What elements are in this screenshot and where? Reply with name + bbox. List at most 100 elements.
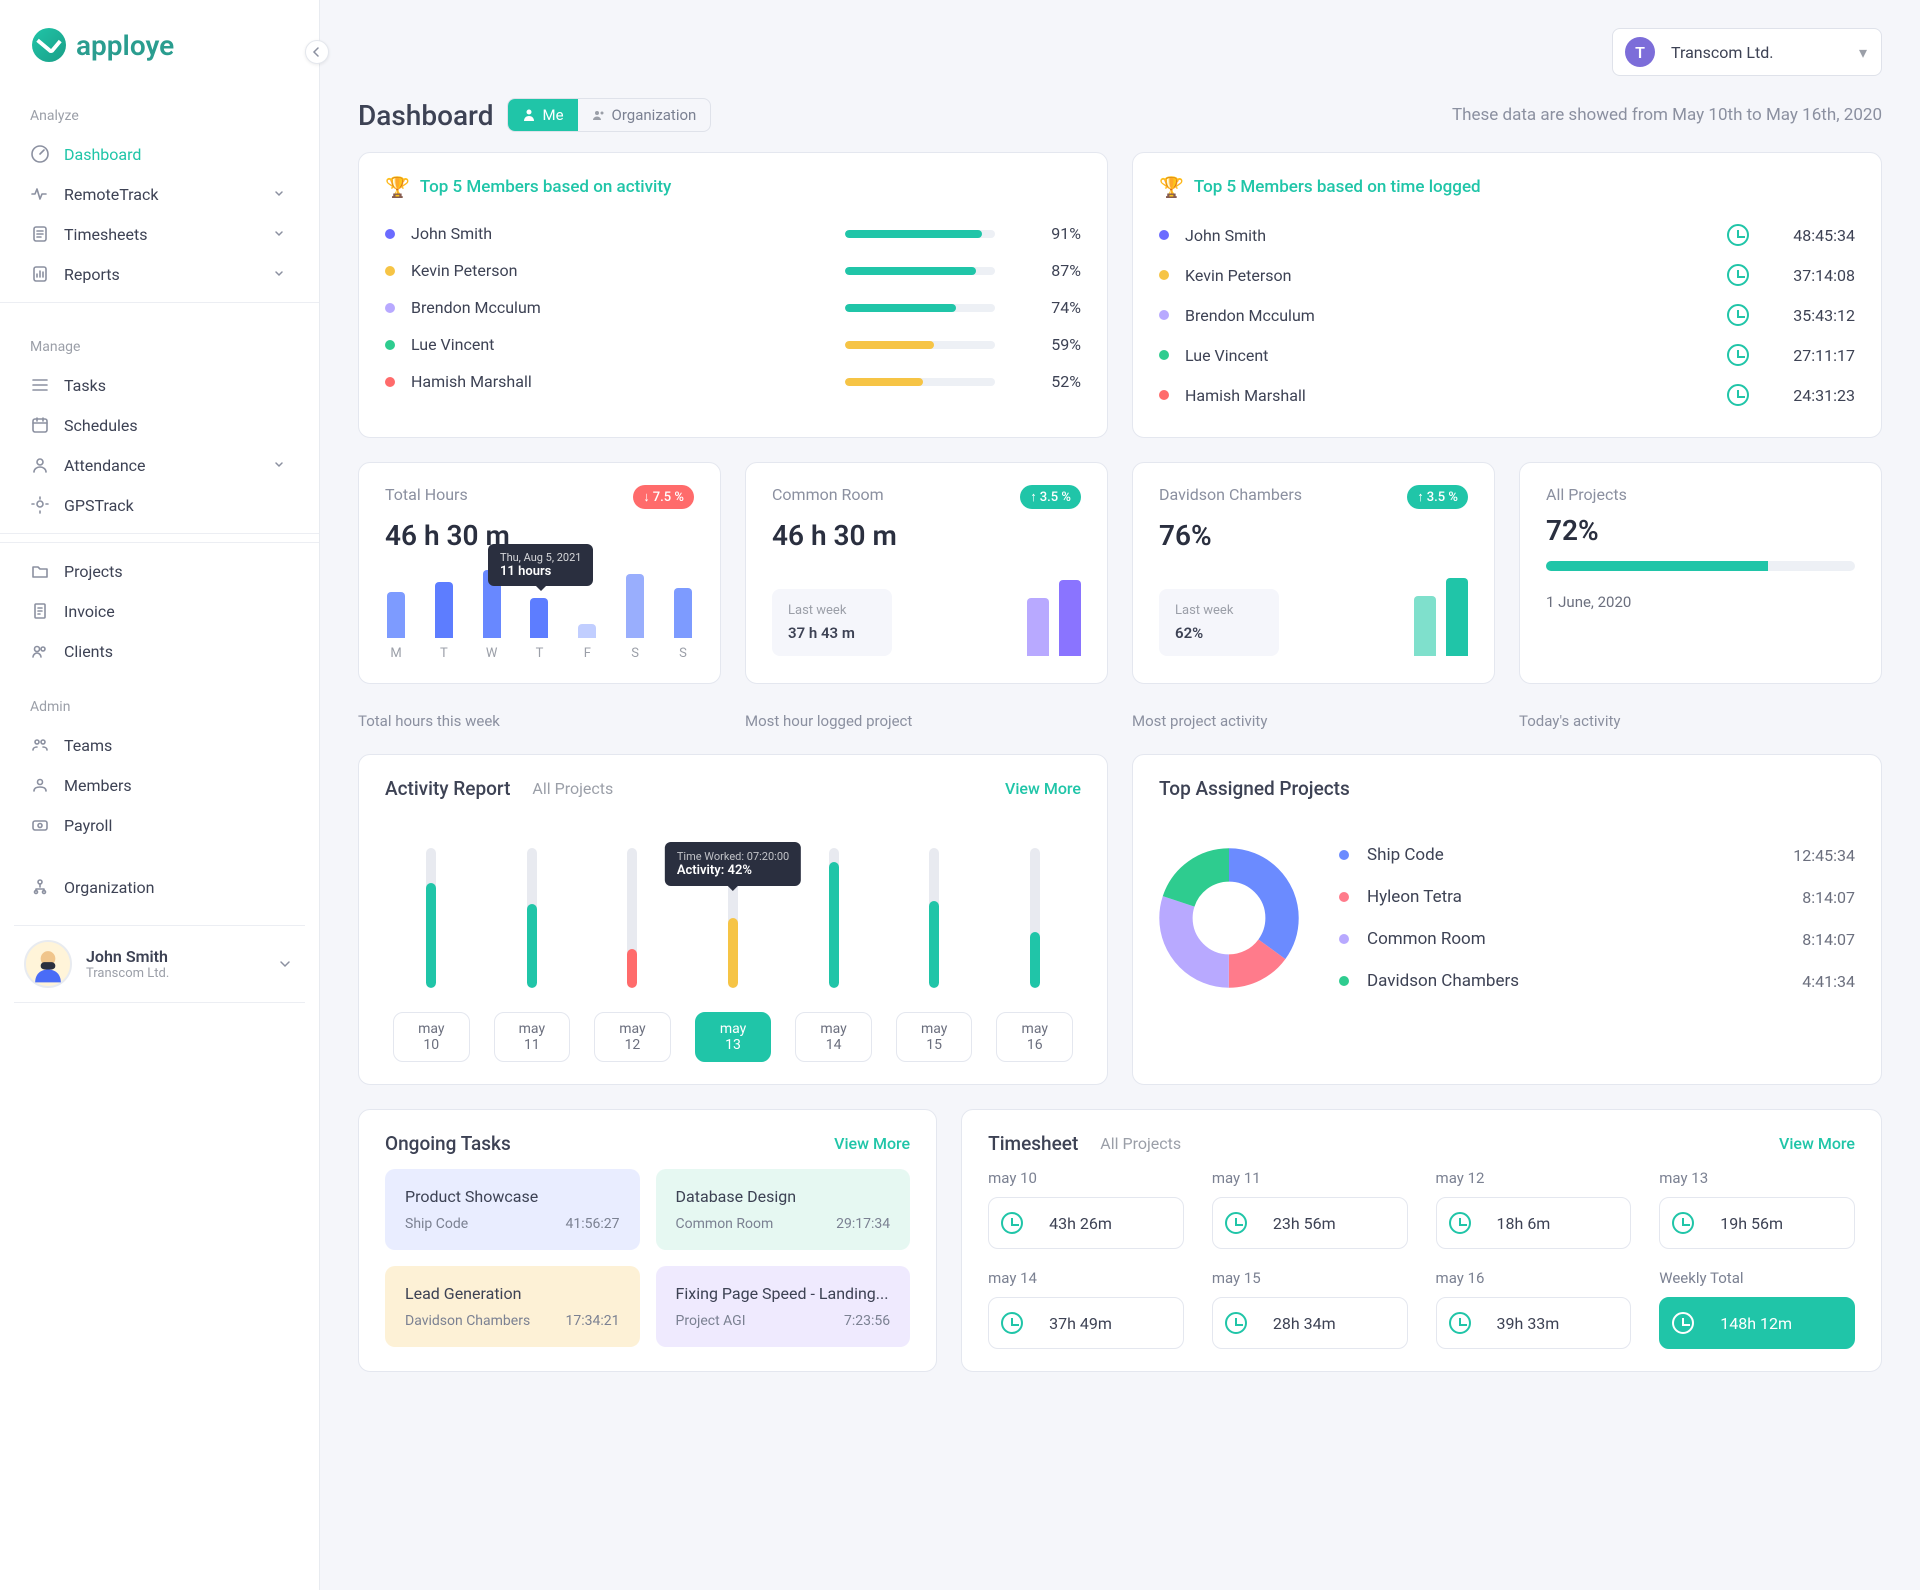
nav-section-label: Analyze xyxy=(0,80,319,134)
member-row: Kevin Peterson 37:14:08 xyxy=(1159,255,1855,295)
badge-up: ↑3.5 % xyxy=(1020,485,1081,509)
seg-me[interactable]: Me xyxy=(508,99,577,131)
nav-reports[interactable]: Reports xyxy=(0,254,319,294)
date-pill[interactable]: may14 xyxy=(795,1012,872,1062)
scope-segment: Me Organization xyxy=(507,98,711,132)
seg-org[interactable]: Organization xyxy=(578,99,711,131)
sidebar-collapse-button[interactable] xyxy=(305,40,329,64)
clock-icon xyxy=(1672,1212,1694,1234)
clock-icon xyxy=(1727,384,1749,406)
nav-teams[interactable]: Teams xyxy=(0,725,319,765)
chevron-down-icon xyxy=(269,455,289,475)
date-pill[interactable]: may10 xyxy=(393,1012,470,1062)
member-name: Hamish Marshall xyxy=(411,372,815,391)
color-dot-icon xyxy=(385,266,395,276)
nav-remotetrack[interactable]: RemoteTrack xyxy=(0,174,319,214)
date-pill[interactable]: may11 xyxy=(494,1012,571,1062)
brand-logo[interactable]: apploye xyxy=(32,28,174,62)
activity-pct: 59% xyxy=(1025,335,1081,354)
gps-icon xyxy=(30,495,50,515)
pulse-icon xyxy=(30,184,50,204)
nav-timesheets[interactable]: Timesheets xyxy=(0,214,319,254)
tooltip: Time Worked: 07:20:00Activity: 42% xyxy=(665,842,801,886)
ts-pill[interactable]: 39h 33m xyxy=(1436,1297,1632,1349)
user-name: John Smith xyxy=(86,947,261,966)
org-badge-icon: T xyxy=(1625,37,1655,67)
nav-attendance[interactable]: Attendance xyxy=(0,445,319,485)
activity-pct: 52% xyxy=(1025,372,1081,391)
ts-label: may 14 xyxy=(988,1269,1184,1287)
ts-pill[interactable]: 23h 56m xyxy=(1212,1197,1408,1249)
legend-value: 12:45:34 xyxy=(1793,846,1855,865)
date-pill[interactable]: may15 xyxy=(896,1012,973,1062)
nav-label: Timesheets xyxy=(64,225,147,244)
legend-name: Hyleon Tetra xyxy=(1367,887,1802,907)
activity-bar xyxy=(845,267,995,275)
task-time: 41:56:27 xyxy=(566,1216,620,1232)
folder-icon xyxy=(30,561,50,581)
color-dot-icon xyxy=(385,303,395,313)
badge-down: ↓7.5 % xyxy=(633,485,694,509)
nav-gpstrack[interactable]: GPSTrack xyxy=(0,485,319,525)
color-dot-icon xyxy=(1339,892,1349,902)
ts-value: 23h 56m xyxy=(1273,1214,1336,1233)
date-pill[interactable]: may16 xyxy=(996,1012,1073,1062)
nav-clients[interactable]: Clients xyxy=(0,631,319,671)
task-project: Ship Code xyxy=(405,1216,468,1232)
ts-label: Weekly Total xyxy=(1659,1269,1855,1287)
task-project: Common Room xyxy=(676,1216,774,1232)
ts-pill[interactable]: 148h 12m xyxy=(1659,1297,1855,1349)
lines-icon xyxy=(30,375,50,395)
nav-dashboard[interactable]: Dashboard xyxy=(0,134,319,174)
task-tile[interactable]: Fixing Page Speed - Landing...Project AG… xyxy=(656,1266,911,1347)
ts-label: may 11 xyxy=(1212,1169,1408,1187)
chevron-down-icon xyxy=(269,224,289,244)
ts-pill[interactable]: 28h 34m xyxy=(1212,1297,1408,1349)
nav-organization[interactable]: Organization xyxy=(0,867,319,907)
nav-label: Invoice xyxy=(64,602,115,621)
view-more-link[interactable]: View More xyxy=(1005,779,1081,798)
mini-bar xyxy=(435,582,453,638)
color-dot-icon xyxy=(1159,230,1169,240)
day-label: T xyxy=(435,646,453,661)
org-select[interactable]: T Transcom Ltd. xyxy=(1612,28,1882,76)
org-icon xyxy=(592,108,606,122)
task-tile[interactable]: Database DesignCommon Room29:17:34 xyxy=(656,1169,911,1250)
ts-pill[interactable]: 18h 6m xyxy=(1436,1197,1632,1249)
ts-pill[interactable]: 19h 56m xyxy=(1659,1197,1855,1249)
nav-payroll[interactable]: Payroll xyxy=(0,805,319,845)
ts-label: may 13 xyxy=(1659,1169,1855,1187)
nav-invoice[interactable]: Invoice xyxy=(0,591,319,631)
task-tile[interactable]: Lead GenerationDavidson Chambers17:34:21 xyxy=(385,1266,640,1347)
nav-tasks[interactable]: Tasks xyxy=(0,365,319,405)
clock-icon xyxy=(1225,1312,1247,1334)
member-name: Hamish Marshall xyxy=(1185,386,1727,405)
day-label: F xyxy=(578,646,596,661)
nav-label: Organization xyxy=(64,878,154,897)
legend-value: 8:14:07 xyxy=(1802,888,1855,907)
ts-pill[interactable]: 37h 49m xyxy=(988,1297,1184,1349)
task-tile[interactable]: Product ShowcaseShip Code41:56:27 xyxy=(385,1169,640,1250)
mini-bar xyxy=(1027,598,1049,656)
clock-icon xyxy=(1225,1212,1247,1234)
member-name: Lue Vincent xyxy=(411,335,815,354)
nav-schedules[interactable]: Schedules xyxy=(0,405,319,445)
task-project: Project AGI xyxy=(676,1313,746,1329)
color-dot-icon xyxy=(1159,390,1169,400)
ts-pill[interactable]: 43h 26m xyxy=(988,1197,1184,1249)
ts-value: 28h 34m xyxy=(1273,1314,1336,1333)
member-row: John Smith 48:45:34 xyxy=(1159,215,1855,255)
view-more-link[interactable]: View More xyxy=(1779,1134,1855,1153)
ts-label: may 16 xyxy=(1436,1269,1632,1287)
sheet-icon xyxy=(30,224,50,244)
activity-col xyxy=(795,848,872,988)
user-card[interactable]: John Smith Transcom Ltd. xyxy=(14,925,305,1003)
timesheet-cell: may 1218h 6m xyxy=(1436,1169,1632,1249)
nav-projects[interactable]: Projects xyxy=(0,551,319,591)
nav-members[interactable]: Members xyxy=(0,765,319,805)
view-more-link[interactable]: View More xyxy=(834,1134,910,1153)
legend-row: Common Room8:14:07 xyxy=(1339,918,1855,960)
chevron-down-icon xyxy=(269,184,289,204)
date-pill[interactable]: may13 xyxy=(695,1012,772,1062)
date-pill[interactable]: may12 xyxy=(594,1012,671,1062)
